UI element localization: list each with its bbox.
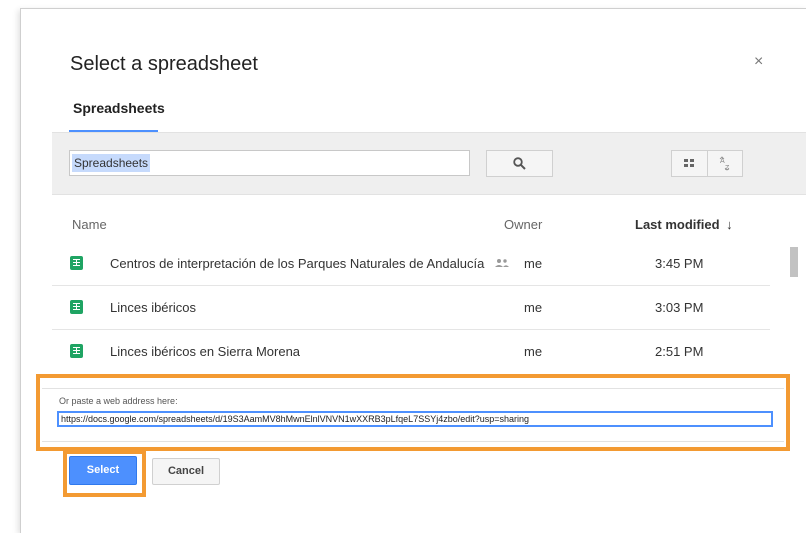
file-modified: 3:03 PM (655, 300, 704, 315)
search-icon (513, 157, 526, 170)
scrollbar-thumb[interactable] (790, 247, 798, 277)
search-button[interactable] (486, 150, 553, 177)
file-owner: me (524, 256, 543, 271)
paste-url-label: Or paste a web address here: (59, 396, 178, 406)
grid-view-button[interactable] (671, 150, 708, 177)
spreadsheet-icon (70, 344, 83, 358)
file-modified: 2:51 PM (655, 344, 704, 359)
column-header-name[interactable]: Name (72, 217, 107, 232)
search-input[interactable]: Spreadsheets (69, 150, 470, 176)
file-name: Linces ibéricos (110, 300, 196, 315)
grid-view-icon (684, 159, 694, 167)
arrow-down-icon: ↓ (726, 217, 733, 232)
shared-icon (494, 259, 509, 267)
sort-az-icon: A Z (719, 155, 730, 172)
sort-az-button[interactable]: A Z (708, 150, 743, 177)
dialog-title: Select a spreadsheet (70, 53, 258, 75)
file-name-label: Centros de interpretación de los Parques… (110, 256, 485, 271)
column-header-last-modified[interactable]: Last modified ↓ (635, 217, 733, 232)
file-row[interactable]: Centros de interpretación de los Parques… (52, 242, 770, 286)
file-owner: me (524, 344, 543, 359)
url-input[interactable]: https://docs.google.com/spreadsheets/d/1… (57, 411, 773, 427)
file-modified: 3:45 PM (655, 256, 704, 271)
file-name: Linces ibéricos en Sierra Morena (110, 344, 301, 359)
spreadsheet-icon (70, 256, 83, 270)
column-header-owner[interactable]: Owner (504, 217, 542, 232)
search-input-value: Spreadsheets (72, 154, 151, 172)
file-row[interactable]: Linces ibéricos me 3:03 PM (52, 286, 770, 330)
cancel-button[interactable]: Cancel (152, 458, 220, 485)
file-owner: me (524, 300, 543, 315)
file-name: Centros de interpretación de los Parques… (110, 256, 510, 271)
close-icon[interactable]: × (754, 53, 763, 71)
select-button[interactable]: Select (69, 456, 137, 485)
spreadsheet-icon (70, 300, 83, 314)
file-row[interactable]: Linces ibéricos en Sierra Morena me 2:51… (52, 330, 770, 374)
tab-spreadsheets[interactable]: Spreadsheets (73, 100, 165, 116)
toolbar: Spreadsheets A Z (52, 132, 806, 195)
svg-text:A: A (720, 158, 725, 165)
column-header-last-modified-label: Last modified (635, 217, 720, 232)
